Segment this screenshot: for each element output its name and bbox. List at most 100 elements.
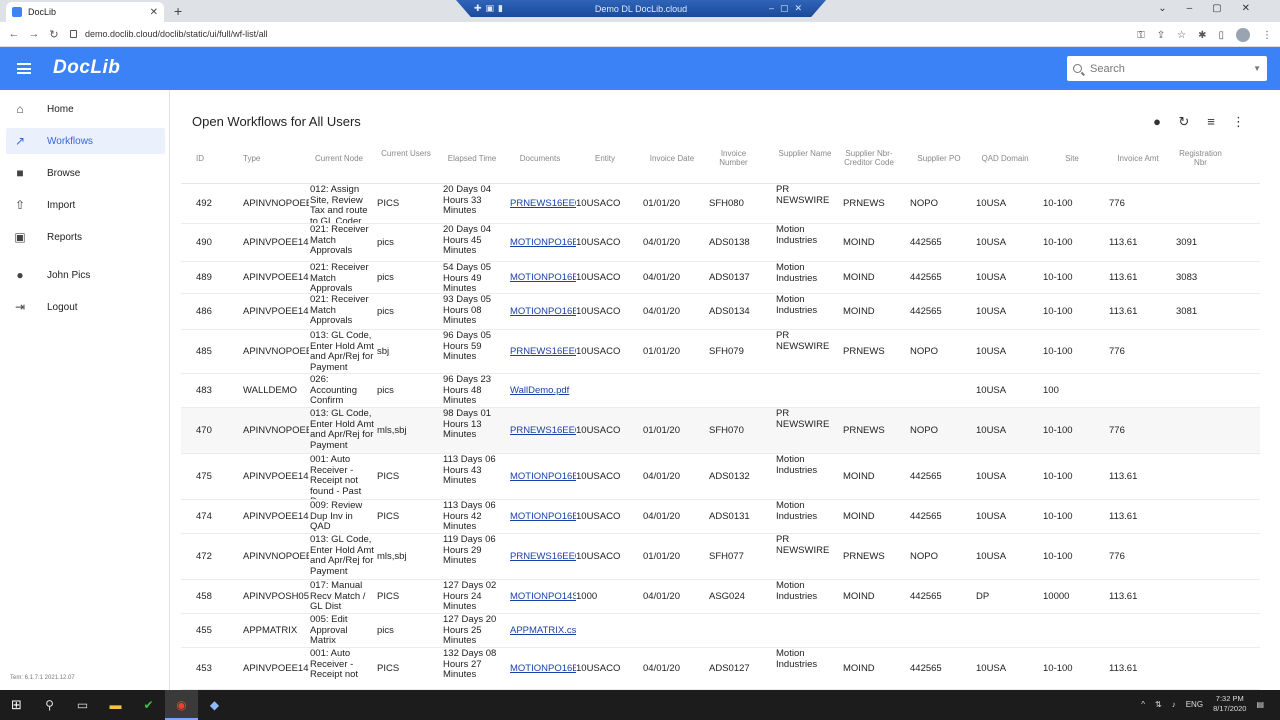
- document-link[interactable]: APPMATRIX.csv: [510, 626, 576, 637]
- remote-window-controls[interactable]: –▢✕: [769, 3, 808, 14]
- table-row[interactable]: 490 APINVPOEE142 021: Receiver Match Appro…: [181, 224, 1260, 262]
- table-cell: 113.61: [1109, 272, 1138, 283]
- sidebar-item-account[interactable]: ● John Pics: [6, 262, 165, 288]
- menu-icon[interactable]: [17, 63, 31, 74]
- document-link[interactable]: PRNEWS16EE0: [510, 347, 576, 358]
- table-cell: WALLDEMO: [243, 385, 298, 396]
- table-row[interactable]: 485 APINVNOPOEE1013: GL Code, Enter Hold …: [181, 330, 1260, 374]
- column-header[interactable]: Elapsed Time: [443, 154, 501, 163]
- language-indicator[interactable]: ENG: [1186, 700, 1203, 709]
- search-input[interactable]: Search ▼: [1067, 56, 1267, 81]
- document-link[interactable]: MOTIONPO16E: [510, 307, 576, 318]
- key-icon[interactable]: ⚿: [1137, 30, 1145, 41]
- browser-tab[interactable]: DocLib ✕: [6, 2, 164, 22]
- table-row[interactable]: 475 APINVPOEE142 001: Auto Receiver - Rece…: [181, 454, 1260, 500]
- table-cell: APINVNOPOEE1: [243, 346, 309, 357]
- sidebar-item-workflows[interactable]: ↗ Workflows: [6, 128, 165, 154]
- document-link[interactable]: MOTIONPO16E: [510, 238, 576, 249]
- more-vert-icon[interactable]: ⋮: [1232, 114, 1245, 130]
- table-row[interactable]: 474 APINVPOEE142 009: Review Dup Inv in QA…: [181, 500, 1260, 534]
- tray-up-icon[interactable]: ^: [1141, 700, 1145, 709]
- table-cell: ADS0138: [709, 237, 750, 248]
- task-view-icon[interactable]: ▭: [66, 698, 99, 712]
- column-header[interactable]: Supplier Nbr-Creditor Code: [843, 149, 895, 167]
- column-header[interactable]: Site: [1043, 154, 1101, 163]
- column-header[interactable]: ID: [196, 154, 216, 163]
- reload-icon[interactable]: ↻: [44, 28, 64, 41]
- table-row[interactable]: 458 APINVPOSH05 017: Manual Recv Match / G…: [181, 580, 1260, 614]
- person-icon[interactable]: ●: [1151, 114, 1163, 130]
- sidebar-item-logout[interactable]: ⇥ Logout: [6, 294, 165, 320]
- table-cell: 113 Days 06 Hours 43 Minutes: [443, 455, 496, 486]
- table-cell: 485: [196, 346, 212, 357]
- column-header[interactable]: Entity: [576, 154, 634, 163]
- extensions-icon[interactable]: ✱: [1198, 30, 1206, 41]
- table-cell: 776: [1109, 425, 1125, 436]
- column-header[interactable]: Supplier Name: [776, 149, 834, 158]
- table-row[interactable]: 483 WALLDEMO 026: Accounting Confirm pics 96…: [181, 374, 1260, 408]
- sidebar-item-home[interactable]: ⌂ Home: [6, 96, 165, 122]
- column-header[interactable]: Invoice Amt: [1109, 154, 1167, 163]
- table-cell: 04/01/20: [643, 663, 680, 674]
- document-link[interactable]: MOTIONPO16E: [510, 664, 576, 675]
- sidebar-item-browse[interactable]: ■ Browse: [6, 160, 165, 186]
- document-link[interactable]: MOTIONPO16E: [510, 273, 576, 284]
- table-row[interactable]: 486 APINVPOEE142 021: Receiver Match Appro…: [181, 294, 1260, 330]
- table-cell: 009: Review Dup Inv in QAD Approve/Rejec…: [310, 501, 374, 533]
- filter-icon[interactable]: ≡: [1205, 114, 1217, 130]
- document-link[interactable]: PRNEWS16EE0: [510, 426, 576, 437]
- sidepanel-icon[interactable]: ▯: [1218, 30, 1224, 41]
- notifications-icon[interactable]: ▤: [1256, 700, 1264, 709]
- table-cell: 455: [196, 625, 212, 636]
- column-header[interactable]: Supplier PO: [910, 154, 968, 163]
- document-link[interactable]: PRNEWS16EE0: [510, 199, 576, 210]
- browser-menu-icon[interactable]: ⋮: [1262, 30, 1272, 41]
- document-link[interactable]: WallDemo.pdf: [510, 386, 576, 397]
- chevron-down-icon[interactable]: ▼: [1253, 64, 1261, 73]
- table-row[interactable]: 455 APPMATRIX 005: Edit Approval Matrix pic…: [181, 614, 1260, 648]
- table-row[interactable]: 472 APINVNOPOEE1013: GL Code, Enter Hold …: [181, 534, 1260, 580]
- sidebar-item-import[interactable]: ⇧ Import: [6, 192, 165, 218]
- column-header[interactable]: Documents: [510, 154, 570, 163]
- clock[interactable]: 7:32 PM 8/17/2020: [1213, 694, 1246, 714]
- table-cell: 10-100: [1043, 198, 1073, 209]
- refresh-icon[interactable]: ↻: [1178, 114, 1190, 130]
- volume-icon[interactable]: ♪: [1172, 700, 1176, 709]
- back-icon[interactable]: ←: [4, 28, 24, 40]
- url-field[interactable]: demo.doclib.cloud/doclib/static/ui/full/…: [70, 29, 268, 39]
- table-cell: SFH080: [709, 198, 744, 209]
- search-taskbar-icon[interactable]: ⚲: [33, 698, 66, 712]
- document-link[interactable]: MOTIONPO16E: [510, 512, 576, 523]
- table-row[interactable]: 492 APINVNOPOEE1012: Assign Site, Review …: [181, 184, 1260, 224]
- checkmark-app-icon[interactable]: ✔: [132, 698, 165, 712]
- profile-avatar[interactable]: [1236, 28, 1250, 42]
- table-cell: 113.61: [1109, 237, 1138, 248]
- table-row[interactable]: 470 APINVNOPOEE1013: GL Code, Enter Hold …: [181, 408, 1260, 454]
- document-link[interactable]: MOTIONPO14S: [510, 592, 576, 603]
- chrome-icon[interactable]: ◉: [165, 690, 198, 720]
- table-row[interactable]: 453 APINVPOEE142 001: Auto Receiver - Rece…: [181, 648, 1260, 690]
- document-link[interactable]: PRNEWS16EE0: [510, 552, 576, 563]
- remote-desktop-icon[interactable]: ◆: [198, 698, 231, 712]
- column-header[interactable]: Invoice Number: [709, 149, 758, 167]
- sidebar-item-reports[interactable]: ▣ Reports: [6, 224, 165, 250]
- table-cell: 489: [196, 272, 212, 283]
- document-link[interactable]: MOTIONPO16E: [510, 472, 576, 483]
- share-icon[interactable]: ⇪: [1157, 30, 1165, 41]
- table-row[interactable]: 489 APINVPOEE142 021: Receiver Match Appro…: [181, 262, 1260, 294]
- network-icon[interactable]: ⇅: [1155, 700, 1162, 709]
- windows-start-icon[interactable]: ⊞: [0, 697, 33, 713]
- column-header[interactable]: Invoice Date: [643, 154, 701, 163]
- forward-icon[interactable]: →: [24, 28, 44, 40]
- column-header[interactable]: QAD Domain: [976, 154, 1034, 163]
- column-header[interactable]: Type: [243, 154, 303, 163]
- column-header[interactable]: Registration Nbr: [1176, 149, 1225, 167]
- file-explorer-icon[interactable]: ▬: [99, 698, 132, 712]
- window-controls[interactable]: ⌄–▢✕: [1158, 3, 1270, 14]
- remote-pin-icons[interactable]: ✚▣▮: [474, 3, 507, 14]
- new-tab-button[interactable]: +: [174, 3, 182, 19]
- close-tab-icon[interactable]: ✕: [150, 7, 158, 18]
- column-header[interactable]: Current Node: [310, 154, 368, 163]
- column-header[interactable]: Current Users: [377, 149, 435, 158]
- bookmark-star-icon[interactable]: ☆: [1177, 30, 1186, 41]
